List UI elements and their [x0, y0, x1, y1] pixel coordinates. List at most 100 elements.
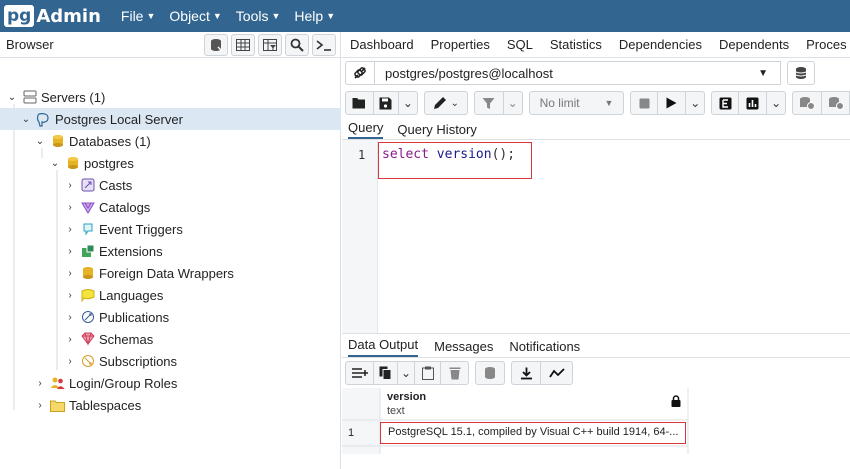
editor-gutter: 1: [342, 140, 378, 333]
chevron-down-icon: ▼: [146, 11, 156, 21]
tree-item-label: Publications: [99, 309, 170, 325]
tree-item-event-triggers[interactable]: › Event Triggers: [64, 218, 183, 240]
tree-item-publications[interactable]: › Publications: [64, 306, 169, 328]
sql-editor[interactable]: 1 select version();: [342, 140, 850, 333]
filter-icon[interactable]: [473, 91, 504, 115]
explain-dropdown-icon[interactable]: ⌄: [767, 91, 787, 115]
tree-item-catalogs[interactable]: › Catalogs: [64, 196, 150, 218]
save-dropdown-icon[interactable]: ⌄: [398, 91, 418, 115]
search-icon[interactable]: [285, 33, 309, 56]
tree-item-label: Languages: [99, 287, 164, 303]
save-icon[interactable]: [373, 91, 399, 115]
copy-dropdown-icon[interactable]: ⌄: [398, 361, 415, 385]
graph-visualiser-icon[interactable]: [541, 361, 573, 385]
elephant-server-icon: [36, 112, 51, 127]
tree-item-languages[interactable]: › Languages: [64, 284, 163, 306]
copy-icon[interactable]: [374, 361, 398, 385]
chevron-right-icon[interactable]: ›: [34, 378, 46, 389]
filtered-rows-icon[interactable]: [258, 33, 282, 56]
tree-item-login-group-roles[interactable]: › Login/Group Roles: [34, 372, 177, 394]
filter-dropdown-icon[interactable]: ⌄: [503, 91, 523, 115]
tree-item-subscriptions[interactable]: › Subscriptions: [64, 350, 177, 372]
edit-pencil-icon[interactable]: ⌄: [423, 91, 468, 115]
logo-admin: Admin: [36, 5, 101, 27]
tree-item-schemas[interactable]: › Schemas: [64, 328, 153, 350]
chevron-right-icon[interactable]: ›: [64, 290, 76, 301]
databases-icon: [50, 134, 65, 149]
save-data-icon[interactable]: [475, 361, 505, 385]
tab-statistics[interactable]: Statistics: [550, 37, 602, 52]
tree-item-tablespaces[interactable]: › Tablespaces: [34, 394, 141, 416]
catalogs-icon: [80, 200, 95, 215]
download-icon[interactable]: [511, 361, 541, 385]
chevron-down-icon[interactable]: ⌄: [6, 92, 18, 103]
browser-header: Browser: [0, 32, 340, 58]
tab-dependencies[interactable]: Dependencies: [619, 37, 702, 52]
menu-object[interactable]: Object ▼: [169, 8, 221, 24]
tab-messages[interactable]: Messages: [434, 339, 493, 357]
explain-analyze-icon[interactable]: [739, 91, 768, 115]
tree-item-casts[interactable]: › Casts: [64, 174, 132, 196]
chevron-right-icon[interactable]: ›: [64, 356, 76, 367]
chevron-down-icon[interactable]: ⌄: [34, 136, 46, 147]
chevron-right-icon[interactable]: ›: [64, 202, 76, 213]
add-row-icon[interactable]: [345, 361, 374, 385]
connection-status-icon[interactable]: [345, 61, 375, 85]
tree-item-extensions[interactable]: › Extensions: [64, 240, 162, 262]
tab-query-history[interactable]: Query History: [397, 122, 476, 139]
tab-notifications[interactable]: Notifications: [509, 339, 580, 357]
paste-icon[interactable]: [415, 361, 441, 385]
tree-item-databases[interactable]: ⌄ Databases (1): [34, 130, 151, 152]
delete-icon[interactable]: [441, 361, 469, 385]
main-panel: Dashboard Properties SQL Statistics Depe…: [342, 32, 850, 469]
tree-item-label: Tablespaces: [69, 397, 142, 413]
tree-item-postgres-db[interactable]: ⌄ postgres: [49, 152, 134, 174]
chevron-right-icon[interactable]: ›: [64, 180, 76, 191]
menu-file[interactable]: File ▼: [121, 8, 155, 24]
tree-item-label: Subscriptions: [99, 353, 178, 369]
tree-item-postgres-local-server[interactable]: ⌄ Postgres Local Server: [0, 108, 341, 130]
explain-icon[interactable]: [711, 91, 740, 115]
chevron-right-icon[interactable]: ›: [64, 268, 76, 279]
chevron-right-icon[interactable]: ›: [64, 334, 76, 345]
open-file-icon[interactable]: [345, 91, 374, 115]
output-toolbar: ⌄: [342, 358, 850, 388]
chevron-down-icon[interactable]: ⌄: [49, 158, 61, 169]
chevron-right-icon[interactable]: ›: [34, 400, 46, 411]
stop-icon[interactable]: [630, 91, 659, 115]
tree-item-servers[interactable]: ⌄ Servers (1): [6, 86, 340, 108]
menu-help[interactable]: Help ▼: [294, 8, 335, 24]
new-connection-icon[interactable]: [787, 61, 815, 85]
tab-properties[interactable]: Properties: [431, 37, 490, 52]
commit-icon[interactable]: [792, 91, 823, 115]
logo-pg: pg: [4, 5, 35, 27]
rollback-icon[interactable]: [822, 91, 850, 115]
tree-item-label: Servers (1): [41, 89, 106, 105]
chevron-down-icon[interactable]: ⌄: [20, 114, 32, 125]
tab-query[interactable]: Query: [348, 120, 384, 139]
execute-icon[interactable]: [658, 91, 687, 115]
terminal-icon[interactable]: [312, 33, 336, 56]
tab-data-output[interactable]: Data Output: [348, 337, 419, 357]
connection-select[interactable]: postgres/postgres@localhost ▼: [375, 61, 781, 85]
tab-sql[interactable]: SQL: [507, 37, 533, 52]
extensions-icon: [80, 244, 95, 259]
tree-item-label: Login/Group Roles: [69, 375, 178, 391]
execute-dropdown-icon[interactable]: ⌄: [686, 91, 706, 115]
chevron-right-icon[interactable]: ›: [64, 246, 76, 257]
roles-icon: [50, 376, 65, 391]
chevron-down-icon: ▼: [604, 98, 614, 108]
query-tool-icon[interactable]: [204, 33, 228, 56]
tree-item-fdw[interactable]: › Foreign Data Wrappers: [64, 262, 234, 284]
limit-select[interactable]: No limit ▼: [528, 91, 625, 115]
column-header-name[interactable]: version: [387, 391, 426, 403]
tab-dependents[interactable]: Dependents: [719, 37, 789, 52]
menu-tools[interactable]: Tools ▼: [236, 8, 281, 24]
tab-dashboard[interactable]: Dashboard: [350, 37, 414, 52]
browser-title: Browser: [6, 37, 54, 52]
chevron-right-icon[interactable]: ›: [64, 312, 76, 323]
view-data-icon[interactable]: [231, 33, 255, 56]
tab-processes[interactable]: Proces: [806, 37, 846, 52]
tree-item-label: Casts: [99, 177, 133, 193]
chevron-right-icon[interactable]: ›: [64, 224, 76, 235]
